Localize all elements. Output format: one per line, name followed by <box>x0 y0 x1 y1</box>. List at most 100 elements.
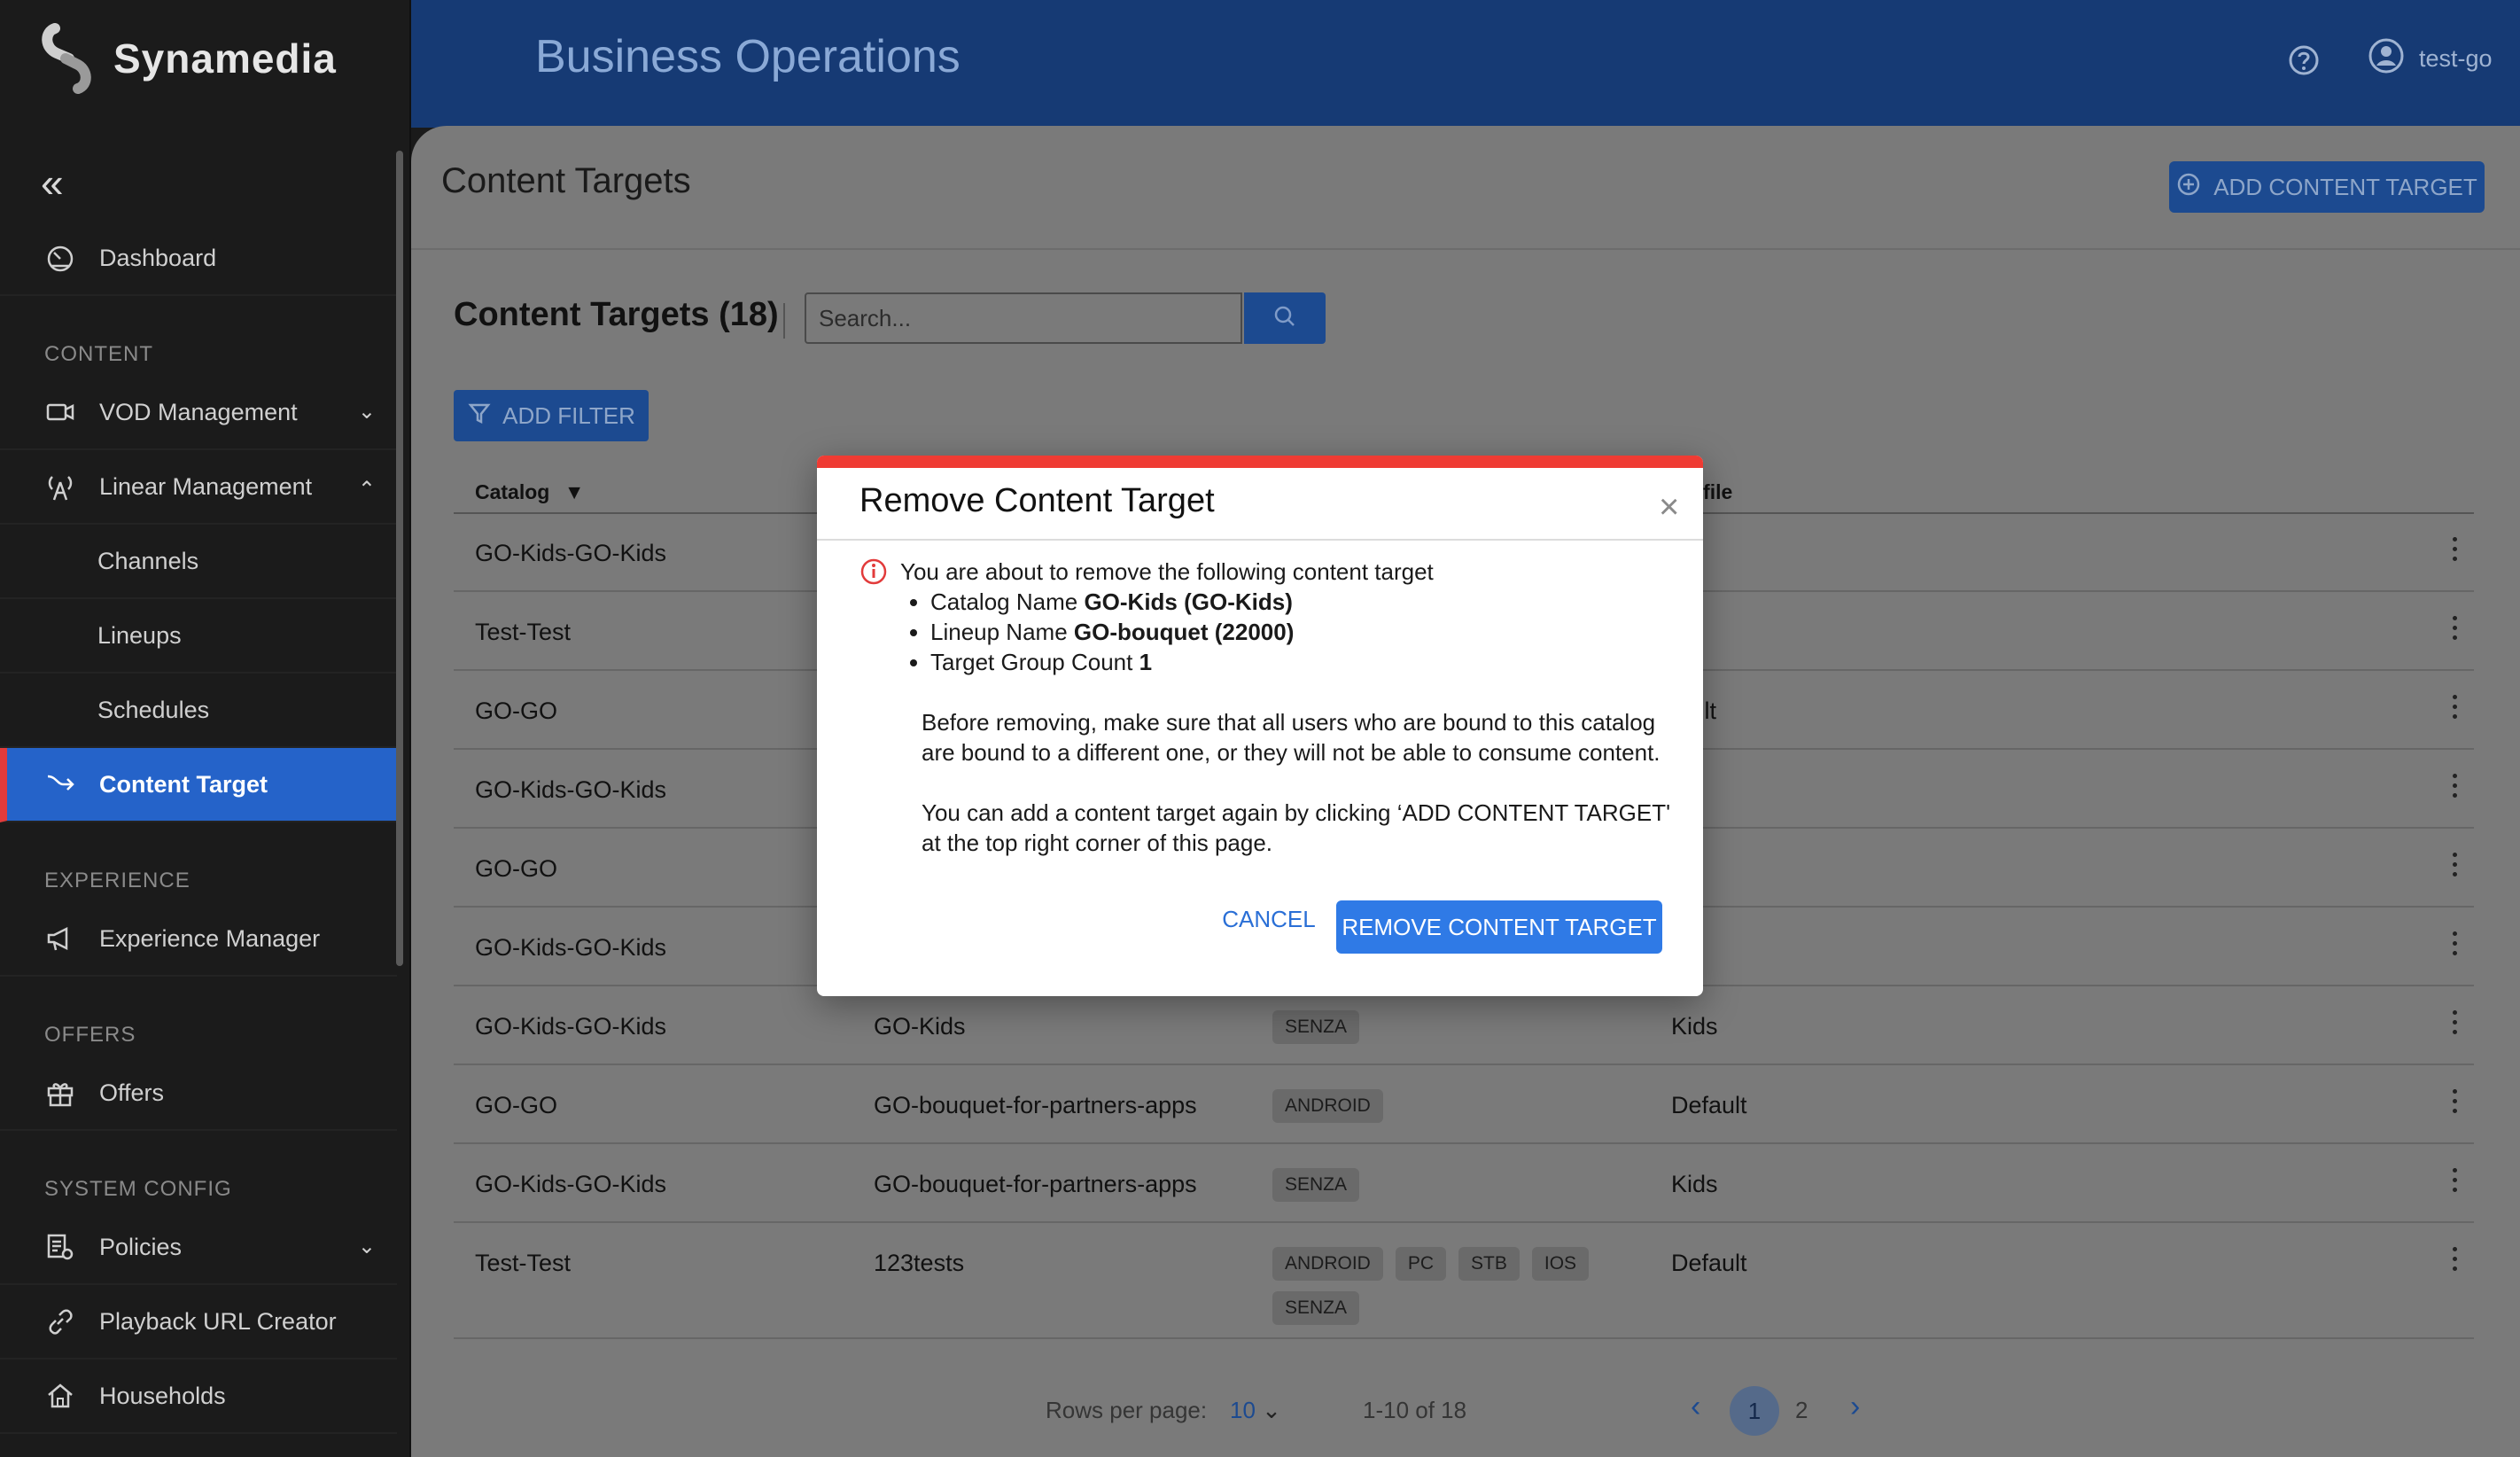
dialog-body: You are about to remove the following co… <box>859 557 1675 858</box>
catalog-cell: GO-Kids-GO-Kids <box>475 540 667 566</box>
table-row[interactable]: GO-Kids-GO-Kids GO-Kids SENZA Kids <box>454 987 2474 1065</box>
target-details-list: Catalog Name GO-Kids (GO-Kids) Lineup Na… <box>930 587 1675 677</box>
row-actions-kebab-icon[interactable] <box>2453 931 2460 961</box>
next-page-icon[interactable]: › <box>1850 1390 1860 1424</box>
antenna-icon <box>43 469 78 504</box>
devices-cell: ANDROID PC STB IOS SENZA <box>1272 1247 1645 1325</box>
chevron-down-icon: ⌄ <box>1262 1397 1281 1423</box>
app-title: Business Operations <box>535 31 961 82</box>
device-badge: SENZA <box>1272 1168 1360 1202</box>
page-1-button[interactable]: 1 <box>1730 1386 1779 1436</box>
detail-label: Catalog Name <box>930 588 1078 615</box>
sidebar-item-label: Households <box>99 1382 226 1409</box>
megaphone-icon <box>43 921 78 956</box>
rows-per-page-value: 10 <box>1230 1397 1256 1423</box>
chevron-up-icon: ⌃ <box>357 478 376 502</box>
synamedia-logo-icon <box>39 23 94 94</box>
list-title: Content Targets (18) <box>454 296 779 333</box>
catalog-cell: GO-Kids-GO-Kids <box>475 934 667 961</box>
user-menu[interactable]: test-go <box>2368 37 2493 81</box>
row-actions-kebab-icon[interactable] <box>2453 1089 2460 1118</box>
profile-cell: Default <box>1671 1092 1747 1118</box>
sidebar-item-channels[interactable]: Channels <box>0 525 397 599</box>
add-filter-label: ADD FILTER <box>502 401 635 429</box>
catalog-detail: Catalog Name GO-Kids (GO-Kids) <box>930 587 1675 617</box>
sidebar-item-linear-management[interactable]: Linear Management ⌃ <box>0 450 397 525</box>
rows-per-page-select[interactable]: 10 ⌄ <box>1230 1397 1281 1424</box>
page-title: Content Targets <box>441 161 691 200</box>
device-badge: IOS <box>1531 1247 1590 1281</box>
device-badge: STB <box>1458 1247 1520 1281</box>
sidebar-item-playback-url-creator[interactable]: Playback URL Creator <box>0 1285 397 1360</box>
sidebar: Synamedia « Dashboard CONTENT VOD Manage… <box>0 0 411 1457</box>
sidebar-item-vod-management[interactable]: VOD Management ⌄ <box>0 376 397 450</box>
column-header-catalog[interactable]: Catalog ▼ <box>475 470 585 514</box>
table-row[interactable]: Test-Test 123tests ANDROID PC STB IOS SENZA Def… <box>454 1224 2474 1339</box>
section-label-content: CONTENT <box>44 342 153 366</box>
catalog-cell: GO-Kids-GO-Kids <box>475 1171 667 1197</box>
catalog-cell: GO-Kids-GO-Kids <box>475 776 667 803</box>
column-header-label: Catalog <box>475 480 550 503</box>
search-button[interactable] <box>1244 292 1326 344</box>
sidebar-item-lineups[interactable]: Lineups <box>0 599 397 674</box>
sidebar-item-dashboard[interactable]: Dashboard <box>0 222 397 296</box>
close-icon[interactable]: × <box>1659 489 1679 525</box>
sidebar-item-label: VOD Management <box>99 398 298 425</box>
sidebar-scrollbar[interactable] <box>396 151 403 966</box>
collapse-sidebar-icon[interactable]: « <box>41 162 76 203</box>
add-filter-button[interactable]: ADD FILTER <box>454 390 649 441</box>
sidebar-item-policies[interactable]: Policies ⌄ <box>0 1211 397 1285</box>
remove-content-target-button[interactable]: REMOVE CONTENT TARGET <box>1336 900 1662 954</box>
row-actions-kebab-icon[interactable] <box>2453 616 2460 645</box>
policy-icon <box>43 1229 78 1265</box>
sort-down-icon: ▼ <box>564 480 585 503</box>
search-input[interactable]: Search... <box>805 292 1242 344</box>
sidebar-item-households[interactable]: Households <box>0 1360 397 1434</box>
logo: Synamedia <box>39 23 337 94</box>
sidebar-item-experience-manager[interactable]: Experience Manager <box>0 902 397 977</box>
section-label-offers: OFFERS <box>44 1023 136 1047</box>
sidebar-item-schedules[interactable]: Schedules <box>0 674 397 748</box>
dialog-divider <box>817 539 1703 541</box>
row-actions-kebab-icon[interactable] <box>2453 1168 2460 1197</box>
page-2-button[interactable]: 2 <box>1795 1397 1808 1424</box>
page-header: Content Targets ADD CONTENT TARGET <box>411 126 2520 250</box>
catalog-cell: GO-Kids-GO-Kids <box>475 1013 667 1040</box>
lineup-cell: 123tests <box>874 1250 965 1276</box>
chevron-down-icon: ⌄ <box>357 400 376 424</box>
device-badge: ANDROID <box>1272 1247 1383 1281</box>
device-badge: SENZA <box>1272 1291 1360 1325</box>
dashboard-icon <box>43 240 78 276</box>
table-row[interactable]: GO-GO GO-bouquet-for-partners-apps ANDROID… <box>454 1066 2474 1144</box>
row-actions-kebab-icon[interactable] <box>2453 1247 2460 1276</box>
page-range: 1-10 of 18 <box>1363 1397 1467 1423</box>
sidebar-item-content-target[interactable]: Content Target <box>0 748 397 822</box>
prev-page-icon[interactable]: ‹ <box>1691 1390 1700 1424</box>
catalog-cell: GO-GO <box>475 855 557 882</box>
row-actions-kebab-icon[interactable] <box>2453 1010 2460 1040</box>
row-actions-kebab-icon[interactable] <box>2453 537 2460 566</box>
lineup-cell: GO-bouquet-for-partners-apps <box>874 1092 1197 1118</box>
profile-cell: Default <box>1671 1250 1747 1276</box>
table-row[interactable]: GO-Kids-GO-Kids GO-bouquet-for-partners-a… <box>454 1145 2474 1223</box>
gift-icon <box>43 1075 78 1110</box>
warning-paragraph: Before removing, make sure that all user… <box>922 709 1661 766</box>
sidebar-item-label: Playback URL Creator <box>99 1307 337 1335</box>
sidebar-item-label: Linear Management <box>99 472 313 500</box>
cancel-button[interactable]: CANCEL <box>1198 893 1340 945</box>
lineup-detail: Lineup Name GO-bouquet (22000) <box>930 617 1675 647</box>
section-label-experience: EXPERIENCE <box>44 869 191 892</box>
add-content-target-button[interactable]: ADD CONTENT TARGET <box>2169 161 2485 213</box>
row-actions-kebab-icon[interactable] <box>2453 853 2460 882</box>
row-actions-kebab-icon[interactable] <box>2453 774 2460 803</box>
rows-per-page-label: Rows per page: <box>1046 1397 1208 1423</box>
warning-info-icon <box>859 557 888 586</box>
home-icon <box>43 1378 78 1414</box>
brand-name: Synamedia <box>113 35 337 82</box>
row-actions-kebab-icon[interactable] <box>2453 695 2460 724</box>
help-icon[interactable] <box>2286 43 2322 78</box>
catalog-cell: GO-GO <box>475 1092 557 1118</box>
detail-value: 1 <box>1139 649 1153 675</box>
sidebar-item-offers[interactable]: Offers <box>0 1056 397 1131</box>
device-badge: ANDROID <box>1272 1089 1383 1123</box>
